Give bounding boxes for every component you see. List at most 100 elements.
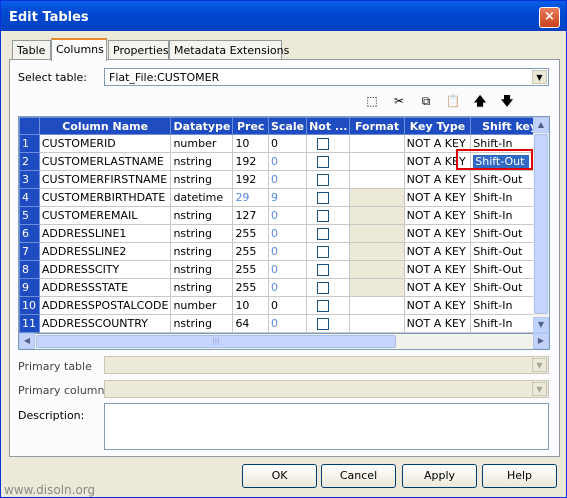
key-type-cell[interactable]: NOT A KEY: [403, 224, 472, 243]
prec-cell[interactable]: 127: [232, 206, 269, 225]
move-up-icon[interactable]: 🡅: [471, 93, 489, 109]
description-textarea[interactable]: [104, 403, 549, 450]
key-type-cell[interactable]: NOT A KEY: [403, 278, 472, 297]
not-null-cell[interactable]: [306, 314, 351, 333]
not-null-cell[interactable]: [306, 296, 351, 315]
row-number[interactable]: 2: [19, 152, 40, 171]
scale-cell[interactable]: 0: [267, 296, 308, 315]
close-button[interactable]: ×: [539, 7, 560, 28]
prec-cell[interactable]: 10: [232, 296, 269, 315]
row-number[interactable]: 3: [19, 170, 40, 189]
datatype-cell[interactable]: nstring: [170, 242, 234, 261]
datatype-cell[interactable]: nstring: [170, 152, 234, 171]
key-type-cell[interactable]: NOT A KEY: [403, 260, 472, 279]
scale-cell[interactable]: 0: [267, 260, 308, 279]
not-null-checkbox[interactable]: [317, 282, 330, 294]
row-number[interactable]: 1: [19, 134, 40, 153]
not-null-cell[interactable]: [306, 260, 351, 279]
col-header-column-name[interactable]: Column Name: [38, 117, 172, 135]
format-cell[interactable]: [349, 296, 405, 315]
prec-cell[interactable]: 192: [232, 170, 269, 189]
vertical-scroll-thumb[interactable]: [534, 134, 548, 314]
scroll-down-icon[interactable]: ▼: [533, 317, 549, 333]
format-cell[interactable]: [349, 278, 405, 297]
scroll-left-icon[interactable]: ◀: [19, 333, 35, 349]
row-number[interactable]: 6: [19, 224, 40, 243]
column-name-cell[interactable]: CUSTOMERID: [38, 134, 172, 153]
scale-cell[interactable]: 0: [267, 206, 308, 225]
column-name-cell[interactable]: CUSTOMEREMAIL: [38, 206, 172, 225]
horizontal-scroll-thumb[interactable]: |||: [36, 335, 396, 348]
not-null-cell[interactable]: [306, 170, 351, 189]
key-type-cell[interactable]: NOT A KEY: [403, 206, 472, 225]
not-null-checkbox[interactable]: [317, 210, 330, 222]
datatype-cell[interactable]: number: [170, 296, 234, 315]
table-row[interactable]: 4 CUSTOMERBIRTHDATE datetime 29 9 NOT A KEY Sh…: [19, 188, 549, 207]
not-null-checkbox[interactable]: [317, 156, 330, 168]
column-name-cell[interactable]: CUSTOMERFIRSTNAME: [38, 170, 172, 189]
column-name-cell[interactable]: CUSTOMERLASTNAME: [38, 152, 172, 171]
key-type-cell[interactable]: NOT A KEY: [403, 242, 472, 261]
scale-cell[interactable]: 0: [267, 314, 308, 333]
format-cell[interactable]: [349, 260, 405, 279]
table-row[interactable]: 7 ADDRESSLINE2 nstring 255 0 NOT A KEY Shift-O…: [19, 242, 549, 261]
row-number[interactable]: 11: [19, 314, 40, 333]
vertical-scrollbar[interactable]: ▲ ▼: [533, 117, 549, 333]
datatype-cell[interactable]: nstring: [170, 206, 234, 225]
format-cell[interactable]: [349, 170, 405, 189]
row-number[interactable]: 8: [19, 260, 40, 279]
not-null-cell[interactable]: [306, 224, 351, 243]
prec-cell[interactable]: 29: [232, 188, 269, 207]
prec-cell[interactable]: 255: [232, 242, 269, 261]
format-cell[interactable]: [349, 134, 405, 153]
ok-button[interactable]: OK: [242, 464, 317, 488]
column-name-cell[interactable]: ADDRESSPOSTALCODE: [38, 296, 172, 315]
cancel-button[interactable]: Cancel: [321, 464, 396, 488]
new-column-icon[interactable]: ⬚: [363, 93, 381, 109]
not-null-checkbox[interactable]: [317, 264, 330, 276]
col-header-format[interactable]: Format: [349, 117, 405, 135]
scale-cell[interactable]: 0: [267, 278, 308, 297]
col-header-key-type[interactable]: Key Type: [403, 117, 472, 135]
column-name-cell[interactable]: ADDRESSCITY: [38, 260, 172, 279]
scale-cell[interactable]: 9: [267, 188, 308, 207]
not-null-checkbox[interactable]: [317, 228, 330, 240]
row-number[interactable]: 7: [19, 242, 40, 261]
not-null-checkbox[interactable]: [317, 300, 330, 312]
table-row[interactable]: 6 ADDRESSLINE1 nstring 255 0 NOT A KEY Shift-O…: [19, 224, 549, 243]
tab-metadata-extensions[interactable]: Metadata Extensions: [169, 40, 289, 60]
col-header-scale[interactable]: Scale: [267, 117, 308, 135]
table-row[interactable]: 5 CUSTOMEREMAIL nstring 127 0 NOT A KEY Shift-…: [19, 206, 549, 225]
prec-cell[interactable]: 255: [232, 260, 269, 279]
format-cell[interactable]: [349, 206, 405, 225]
col-header-datatype[interactable]: Datatype: [170, 117, 234, 135]
format-cell[interactable]: [349, 314, 405, 333]
horizontal-scrollbar[interactable]: ◀ ||| ▶: [18, 333, 550, 350]
not-null-checkbox[interactable]: [317, 192, 330, 204]
row-number[interactable]: 5: [19, 206, 40, 225]
not-null-cell[interactable]: [306, 206, 351, 225]
column-name-cell[interactable]: ADDRESSLINE2: [38, 242, 172, 261]
datatype-cell[interactable]: number: [170, 134, 234, 153]
row-number[interactable]: 10: [19, 296, 40, 315]
column-name-cell[interactable]: CUSTOMERBIRTHDATE: [38, 188, 172, 207]
datatype-cell[interactable]: nstring: [170, 170, 234, 189]
not-null-cell[interactable]: [306, 242, 351, 261]
select-table-dropdown[interactable]: Flat_File:CUSTOMER ▼: [104, 68, 549, 86]
format-cell[interactable]: [349, 224, 405, 243]
table-row[interactable]: 11 ADDRESSCOUNTRY nstring 64 0 NOT A KEY Shift…: [19, 314, 549, 333]
format-cell[interactable]: [349, 188, 405, 207]
not-null-cell[interactable]: [306, 134, 351, 153]
row-number[interactable]: 9: [19, 278, 40, 297]
table-row[interactable]: 3 CUSTOMERFIRSTNAME nstring 192 0 NOT A KEY Sh…: [19, 170, 549, 189]
help-button[interactable]: Help: [482, 464, 557, 488]
column-name-cell[interactable]: ADDRESSSTATE: [38, 278, 172, 297]
table-row[interactable]: 10 ADDRESSPOSTALCODE number 10 0 NOT A KEY Shi…: [19, 296, 549, 315]
move-down-icon[interactable]: 🡇: [498, 93, 516, 109]
paste-icon[interactable]: 📋: [444, 93, 462, 109]
not-null-checkbox[interactable]: [317, 138, 330, 150]
format-cell[interactable]: [349, 242, 405, 261]
prec-cell[interactable]: 255: [232, 224, 269, 243]
prec-cell[interactable]: 10: [232, 134, 269, 153]
tab-columns[interactable]: Columns: [51, 38, 107, 61]
